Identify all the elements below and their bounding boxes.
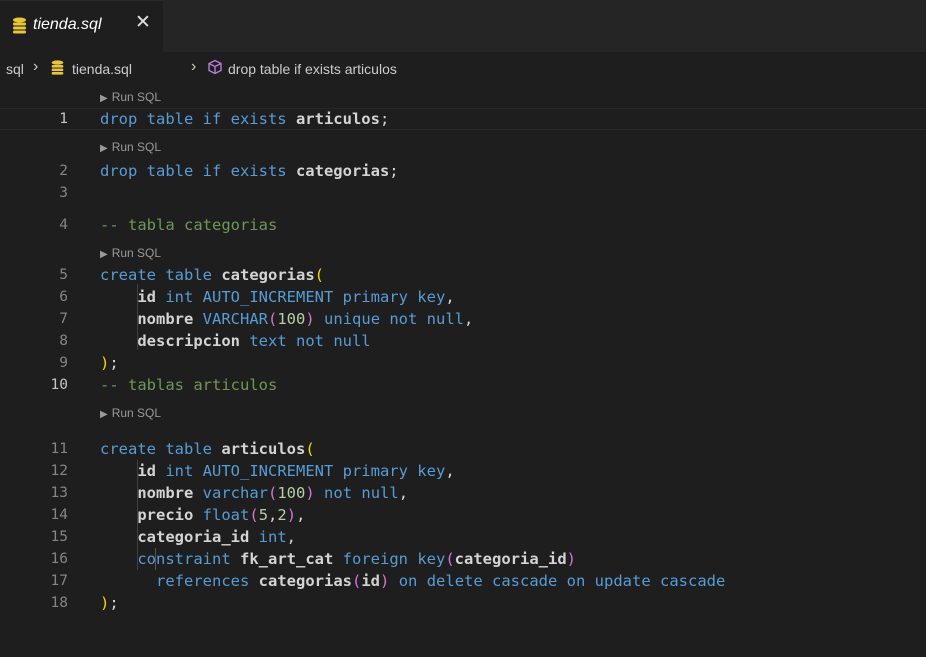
play-icon: ▶ (100, 143, 108, 154)
line-number: 16 (50, 551, 68, 567)
line-number: 5 (59, 267, 68, 283)
line-number: 14 (50, 507, 68, 523)
database-icon (13, 17, 26, 34)
breadcrumb: sql › tienda.sql › drop table if exists … (0, 52, 926, 86)
line-number: 3 (59, 185, 68, 201)
close-icon[interactable]: ✕ (135, 13, 151, 33)
code-line-18: ); (100, 594, 119, 612)
line-number: 4 (59, 217, 68, 233)
line-number: 11 (50, 441, 68, 457)
breadcrumb-symbol[interactable]: drop table if exists articulos (228, 61, 397, 77)
line-number: 7 (59, 311, 68, 327)
code-line-4: -- tabla categorias (100, 216, 278, 234)
line-number: 6 (59, 289, 68, 305)
database-icon (51, 60, 64, 75)
code-line-17: references categorias(id) on delete casc… (156, 572, 726, 590)
code-line-16: constraint fk_art_cat foreign key(catego… (137, 550, 576, 568)
code-line-5: create table categorias( (100, 266, 324, 284)
breadcrumb-folder[interactable]: sql (6, 61, 24, 77)
play-icon: ▶ (100, 409, 108, 420)
code-line-14: precio float(5,2), (137, 506, 306, 524)
code-editor[interactable]: ▶ Run SQL 1 drop table if exists articulo… (0, 86, 926, 657)
tab-label: tienda.sql (33, 16, 102, 33)
cube-icon (208, 59, 222, 75)
code-line-6: id int AUTO_INCREMENT primary key, (137, 288, 455, 306)
code-line-12: id int AUTO_INCREMENT primary key, (137, 462, 455, 480)
breadcrumb-file[interactable]: tienda.sql (72, 61, 132, 77)
line-number: 9 (59, 355, 68, 371)
code-line-11: create table articulos( (100, 440, 315, 458)
run-sql-codelens[interactable]: ▶ Run SQL (100, 89, 161, 107)
run-sql-codelens[interactable]: ▶ Run SQL (100, 405, 161, 423)
code-line-15: categoria_id int, (137, 528, 296, 546)
code-line-2: drop table if exists categorias; (100, 162, 399, 180)
editor-tab-tienda-sql[interactable]: tienda.sql ✕ (0, 0, 163, 52)
line-number: 10 (50, 377, 68, 393)
chevron-right-icon: › (191, 58, 197, 75)
play-icon: ▶ (100, 249, 108, 260)
code-line-1: drop table if exists articulos; (100, 110, 390, 128)
line-number: 13 (50, 485, 68, 501)
tab-bar: tienda.sql ✕ (0, 0, 926, 52)
line-number: 17 (50, 573, 68, 589)
play-icon: ▶ (100, 93, 108, 104)
line-number: 2 (59, 163, 68, 179)
line-number: 15 (50, 529, 68, 545)
code-line-13: nombre varchar(100) not null, (137, 484, 409, 502)
line-number: 18 (50, 595, 68, 611)
code-line-7: nombre VARCHAR(100) unique not null, (137, 310, 474, 328)
code-line-10: -- tablas articulos (100, 376, 278, 394)
code-line-9: ); (100, 354, 119, 372)
run-sql-codelens[interactable]: ▶ Run SQL (100, 245, 161, 263)
line-number: 1 (59, 111, 68, 127)
chevron-right-icon: › (33, 58, 39, 75)
run-sql-codelens[interactable]: ▶ Run SQL (100, 139, 161, 157)
code-line-8: descripcion text not null (137, 332, 371, 350)
line-number: 8 (59, 333, 68, 349)
line-number: 12 (50, 463, 68, 479)
